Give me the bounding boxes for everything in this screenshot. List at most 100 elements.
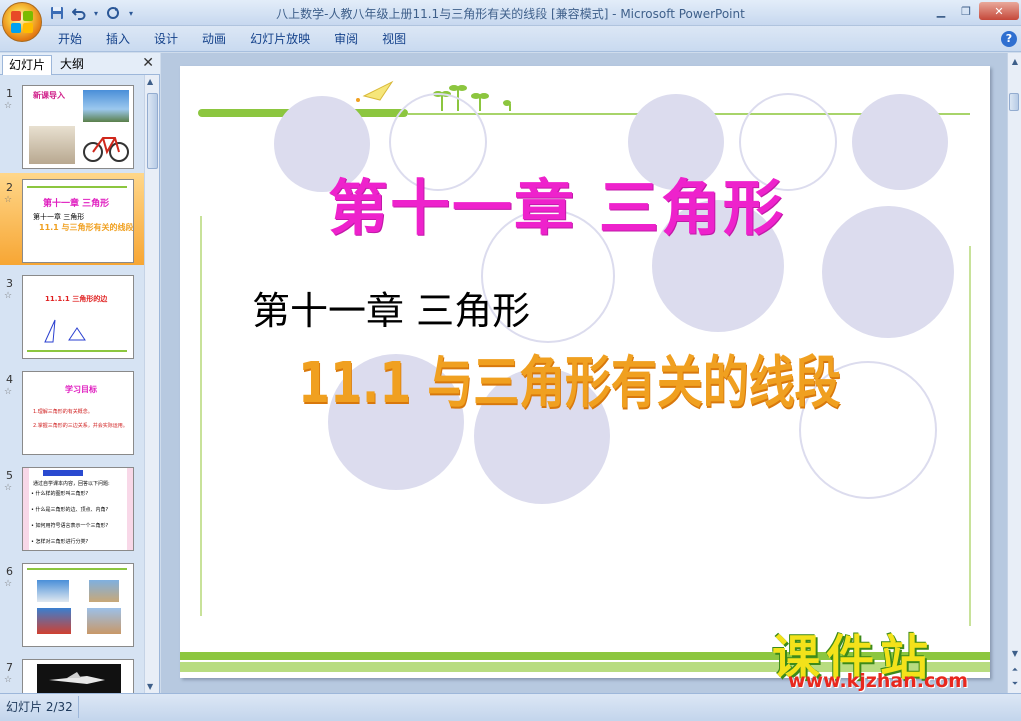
thumbnail-list: 1 ☆ 新课导入 2 ☆ 第十一章 三角形 第十一章 三角形 11.1 与三角形… xyxy=(0,75,144,693)
thumbnail-slide-2[interactable]: 第十一章 三角形 第十一章 三角形 11.1 与三角形有关的线段 xyxy=(22,179,134,263)
thumbnail-slide-3[interactable]: 11.1.1 三角形的边 xyxy=(22,275,134,359)
thumbnail-slide-6[interactable] xyxy=(22,563,134,647)
thumbnail-slide-1[interactable]: 新课导入 xyxy=(22,85,134,169)
tab-insert[interactable]: 插入 xyxy=(94,26,142,52)
status-bar: 幻灯片 2/32 xyxy=(0,693,1021,721)
thumbnail-image xyxy=(89,580,119,602)
thumbnail-title: 新课导入 xyxy=(33,91,65,100)
space-shuttle-icon xyxy=(49,672,105,684)
tab-home[interactable]: 开始 xyxy=(46,26,94,52)
maximize-icon[interactable]: ❐ xyxy=(954,2,978,20)
thumbnail-slide-7[interactable] xyxy=(22,659,134,693)
thumbnail-image xyxy=(37,580,69,602)
watermark-url: www.kjzhan.com xyxy=(788,670,969,692)
thumbnail-number: 6 xyxy=(6,565,13,578)
thumbnail-title: 学习目标 xyxy=(65,385,97,394)
tab-review[interactable]: 审阅 xyxy=(322,26,370,52)
window-title: 八上数学-人教八年级上册11.1与三角形有关的线段 [兼容模式] - Micro… xyxy=(276,7,745,21)
tab-design[interactable]: 设计 xyxy=(142,26,190,52)
animation-star-icon: ☆ xyxy=(4,387,13,397)
thumbnail-line: 第十一章 三角形 xyxy=(33,213,85,221)
tab-slideshow[interactable]: 幻灯片放映 xyxy=(238,26,322,52)
save-icon[interactable] xyxy=(48,4,66,22)
thumbnail-line: 2.掌握三角形的三边关系，并会实际运用。 xyxy=(33,423,128,429)
slide-subheading[interactable]: 第十一章 三角形 xyxy=(252,280,530,335)
thumbnail-number: 3 xyxy=(6,277,13,290)
tab-animation[interactable]: 动画 xyxy=(190,26,238,52)
tab-view[interactable]: 视图 xyxy=(370,26,418,52)
slide-heading[interactable]: 第十一章 三角形 xyxy=(328,160,785,247)
status-divider xyxy=(78,696,79,718)
thumbnail-number: 2 xyxy=(6,181,13,194)
thumbnail-line: 11.1 与三角形有关的线段 xyxy=(39,223,134,232)
tab-outline[interactable]: 大纲 xyxy=(54,55,90,75)
close-icon[interactable]: ✕ xyxy=(979,2,1019,20)
thumbnail-row-3[interactable]: 3 ☆ 11.1.1 三角形的边 xyxy=(0,269,144,361)
window-controls: ▁ ❐ ✕ xyxy=(929,2,1019,20)
scroll-up-icon[interactable]: ▲ xyxy=(147,77,153,86)
thumbnail-number: 7 xyxy=(6,661,13,674)
animation-star-icon: ☆ xyxy=(4,579,13,589)
undo-icon[interactable] xyxy=(70,4,88,22)
thumbnail-line: • 什么是三角形的边、顶点、内角? xyxy=(31,507,109,513)
office-logo-icon xyxy=(11,11,33,33)
animation-star-icon: ☆ xyxy=(4,675,13,685)
thumbnail-line: • 如何用符号语言表示一个三角形? xyxy=(31,523,109,529)
thumbnail-image xyxy=(29,126,75,164)
slide[interactable]: 第十一章 三角形 第十一章 三角形 11.1 与三角形有关的线段 xyxy=(180,66,990,678)
ribbon: 开始 插入 设计 动画 幻灯片放映 审阅 视图 ? xyxy=(0,26,1021,52)
thumbnail-green-line xyxy=(27,568,127,570)
slide-scrollbar[interactable]: ▲ ▼ ⏶ ⏷ xyxy=(1007,53,1021,693)
office-button[interactable] xyxy=(2,2,42,42)
thumbnail-title: 11.1.1 三角形的边 xyxy=(45,295,108,303)
thumbnail-row-5[interactable]: 5 ☆ 通过自学课本内容，回答以下问题: • 什么样的图形叫三角形? • 什么是… xyxy=(0,461,144,553)
title-bar: 八上数学-人教八年级上册11.1与三角形有关的线段 [兼容模式] - Micro… xyxy=(0,0,1021,26)
thumbnail-slide-5[interactable]: 通过自学课本内容，回答以下问题: • 什么样的图形叫三角形? • 什么是三角形的… xyxy=(22,467,134,551)
scroll-up-icon[interactable]: ▲ xyxy=(1009,55,1021,68)
triangle-icon xyxy=(44,319,86,343)
panel-tabs: 幻灯片 大纲 ✕ xyxy=(0,53,160,75)
thumbnail-number: 1 xyxy=(6,87,13,100)
panel-close-icon[interactable]: ✕ xyxy=(142,55,154,71)
help-icon[interactable]: ? xyxy=(1001,31,1017,47)
thumbnail-line: • 怎样对三角形进行分类? xyxy=(31,539,89,545)
scrollbar-thumb[interactable] xyxy=(147,93,158,169)
slide-canvas: 第十一章 三角形 第十一章 三角形 11.1 与三角形有关的线段 xyxy=(161,53,1007,693)
thumbnail-row-7[interactable]: 7 ☆ xyxy=(0,653,144,693)
thumbnail-image xyxy=(37,608,71,634)
thumbnail-line: 1.理解三角形的有关概念。 xyxy=(33,409,93,415)
bicycle-icon xyxy=(83,137,129,162)
thumbnail-row-4[interactable]: 4 ☆ 学习目标 1.理解三角形的有关概念。 2.掌握三角形的三边关系，并会实际… xyxy=(0,365,144,457)
thumbnail-row-2[interactable]: 2 ☆ 第十一章 三角形 第十一章 三角形 11.1 与三角形有关的线段 xyxy=(0,173,144,265)
customize-icon[interactable]: ▾ xyxy=(126,4,136,22)
animation-star-icon: ☆ xyxy=(4,195,13,205)
ribbon-tabs: 开始 插入 设计 动画 幻灯片放映 审阅 视图 xyxy=(46,26,418,52)
animation-star-icon: ☆ xyxy=(4,483,13,493)
slides-panel: 幻灯片 大纲 ✕ 1 ☆ 新课导入 2 ☆ 第十一章 三角形 第十一章 三角形 … xyxy=(0,53,160,693)
dropdown-arrow-icon[interactable]: ▾ xyxy=(92,4,100,22)
watermark-logo: 课件站 www.kjzhan.com xyxy=(772,622,1012,694)
thumbnail-line: 通过自学课本内容，回答以下问题: xyxy=(33,481,110,487)
slide-indicator: 幻灯片 2/32 xyxy=(6,700,73,714)
thumbnail-row-6[interactable]: 6 ☆ xyxy=(0,557,144,649)
thumbnail-banner xyxy=(43,470,83,476)
thumbnail-number: 5 xyxy=(6,469,13,482)
thumbnail-row-1[interactable]: 1 ☆ 新课导入 xyxy=(0,79,144,171)
thumbnail-slide-4[interactable]: 学习目标 1.理解三角形的有关概念。 2.掌握三角形的三边关系，并会实际运用。 xyxy=(22,371,134,455)
minimize-icon[interactable]: ▁ xyxy=(929,2,953,20)
thumbnail-image xyxy=(87,608,121,634)
thumbnail-title: 第十一章 三角形 xyxy=(43,199,110,209)
thumbnail-scrollbar[interactable]: ▲ ▼ xyxy=(144,75,159,693)
tab-slides[interactable]: 幻灯片 xyxy=(2,55,53,75)
scrollbar-thumb[interactable] xyxy=(1009,93,1019,111)
thumbnail-green-line xyxy=(27,186,127,188)
animation-star-icon: ☆ xyxy=(4,291,13,301)
thumbnail-green-line xyxy=(27,350,127,352)
slide-title[interactable]: 11.1 与三角形有关的线段 xyxy=(298,338,841,419)
thumbnail-image xyxy=(83,90,129,122)
thumbnail-number: 4 xyxy=(6,373,13,386)
thumbnail-line: • 什么样的图形叫三角形? xyxy=(31,491,89,497)
scroll-down-icon[interactable]: ▼ xyxy=(147,682,153,691)
redo-icon[interactable] xyxy=(104,4,122,22)
animation-star-icon: ☆ xyxy=(4,101,13,111)
